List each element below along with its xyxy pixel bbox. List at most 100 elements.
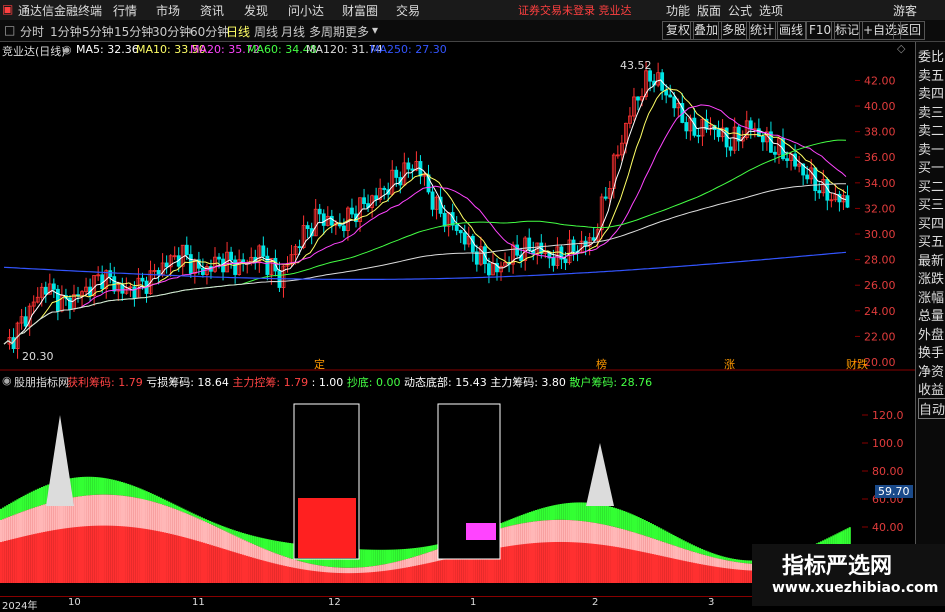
red-highlight bbox=[4, 518, 7, 542]
quote-label[interactable]: 卖二 bbox=[918, 120, 944, 139]
main-chart[interactable]: 42.00 40.00 38.00 36.00 34.00 32.00 30.00 28.00… bbox=[0, 57, 915, 372]
red-highlight bbox=[412, 557, 415, 567]
menu-wenxiaoda[interactable]: 问小达 bbox=[288, 2, 324, 19]
green-bar bbox=[399, 549, 402, 561]
red-highlight bbox=[330, 567, 333, 573]
tab-5min[interactable]: 5分钟 bbox=[82, 23, 114, 40]
menu-xuanxiang[interactable]: 选项 bbox=[759, 2, 783, 19]
green-bar bbox=[660, 528, 663, 542]
btn-fanhui[interactable]: 返回 bbox=[893, 21, 926, 40]
red-highlight bbox=[635, 533, 638, 551]
tab-more-arrow-icon[interactable]: ▾ bbox=[372, 23, 378, 37]
red-highlight bbox=[619, 528, 622, 548]
tab-more[interactable]: 更多 bbox=[345, 23, 369, 40]
red-highlight bbox=[416, 555, 419, 566]
green-bar bbox=[656, 526, 659, 540]
quote-label[interactable]: 卖四 bbox=[918, 83, 944, 102]
quote-label[interactable]: 收益 bbox=[918, 379, 944, 398]
quote-label[interactable]: 最新 bbox=[918, 250, 944, 269]
tab-fenshi[interactable]: 分时 bbox=[20, 23, 44, 40]
red-highlight bbox=[682, 548, 685, 561]
green-bar bbox=[729, 558, 732, 562]
tab-60min[interactable]: 60分钟 bbox=[190, 23, 229, 40]
red-highlight bbox=[319, 565, 322, 572]
red-highlight bbox=[43, 504, 46, 532]
candle-body bbox=[164, 262, 169, 268]
tab-monthly[interactable]: 月线 bbox=[281, 23, 305, 40]
tab-1min[interactable]: 1分钟 bbox=[50, 23, 82, 40]
btn-tongji[interactable]: 统计 bbox=[746, 21, 779, 40]
red-highlight bbox=[92, 495, 95, 526]
green-bar bbox=[114, 480, 117, 496]
green-bar bbox=[407, 548, 411, 559]
red-highlight bbox=[533, 521, 536, 544]
green-bar bbox=[420, 547, 423, 555]
red-highlight bbox=[740, 562, 743, 570]
green-bar bbox=[639, 518, 642, 535]
quote-label[interactable]: 买三 bbox=[918, 194, 944, 213]
green-bar bbox=[434, 544, 437, 550]
login-notice[interactable]: 证券交易未登录 竞业达 bbox=[518, 2, 632, 18]
quote-label[interactable]: 卖一 bbox=[918, 139, 944, 158]
menu-jiaoyi[interactable]: 交易 bbox=[396, 2, 420, 19]
quote-label[interactable]: 买二 bbox=[918, 176, 944, 195]
green-bar bbox=[43, 486, 46, 505]
guest-label[interactable]: 游客 bbox=[893, 2, 917, 19]
green-bar bbox=[608, 506, 611, 526]
tab-daily[interactable]: 日线 bbox=[226, 23, 250, 40]
red-highlight bbox=[36, 506, 39, 534]
menu-faxian[interactable]: 发现 bbox=[244, 2, 268, 19]
quote-label[interactable]: 自动 bbox=[918, 397, 945, 419]
red-highlight bbox=[604, 524, 607, 546]
red-highlight bbox=[47, 503, 50, 532]
red-highlight bbox=[291, 558, 294, 568]
menu-gongshi[interactable]: 公式 bbox=[728, 2, 752, 19]
settings-icon[interactable]: ◉ bbox=[62, 43, 72, 56]
quote-label[interactable]: 涨跌 bbox=[918, 268, 944, 287]
menu-caifuquan[interactable]: 财富圈 bbox=[342, 2, 378, 19]
indicator-tick-label: 80.00 bbox=[872, 465, 904, 478]
time-tick: 10 bbox=[68, 597, 81, 608]
time-tick: 11 bbox=[192, 597, 205, 608]
toolbar-checkbox-icon[interactable]: □ bbox=[4, 23, 15, 37]
candle-body bbox=[563, 258, 568, 264]
red-highlight bbox=[541, 520, 544, 543]
red-highlight bbox=[336, 567, 339, 573]
tab-multi-period[interactable]: 多周期 bbox=[309, 23, 345, 40]
quote-label[interactable]: 卖五 bbox=[918, 65, 944, 84]
menu-shichang[interactable]: 市场 bbox=[156, 2, 180, 19]
indicator-settings-icon[interactable]: ◉ bbox=[2, 374, 12, 387]
btn-huaxian[interactable]: 画线 bbox=[775, 21, 808, 40]
high-label: 43.52 bbox=[620, 59, 652, 72]
candle-body bbox=[845, 195, 850, 208]
tab-weekly[interactable]: 周线 bbox=[254, 23, 278, 40]
red-highlight bbox=[434, 549, 437, 562]
red-highlight bbox=[586, 521, 589, 544]
signal-fill bbox=[466, 523, 496, 540]
red-highlight bbox=[176, 509, 179, 536]
menu-banmian[interactable]: 版面 bbox=[697, 2, 721, 19]
menu-gongneng[interactable]: 功能 bbox=[666, 2, 690, 19]
quote-label[interactable]: 卖三 bbox=[918, 102, 944, 121]
quote-label[interactable]: 买一 bbox=[918, 157, 944, 176]
quote-label[interactable]: 涨幅 bbox=[918, 287, 944, 306]
quote-label[interactable]: 外盘 bbox=[918, 324, 944, 343]
tab-15min[interactable]: 15分钟 bbox=[114, 23, 153, 40]
candle-body bbox=[636, 96, 640, 101]
quote-label[interactable]: 净资 bbox=[918, 361, 944, 380]
quote-label[interactable]: 买五 bbox=[918, 231, 944, 250]
menu-zixun[interactable]: 资讯 bbox=[200, 2, 224, 19]
red-highlight bbox=[317, 565, 320, 572]
red-highlight bbox=[252, 544, 255, 558]
quote-label[interactable]: 买四 bbox=[918, 213, 944, 232]
menu-hangqing[interactable]: 行情 bbox=[113, 2, 137, 19]
red-highlight bbox=[748, 563, 751, 571]
tab-30min[interactable]: 30分钟 bbox=[152, 23, 191, 40]
quote-label[interactable]: 总量 bbox=[918, 305, 944, 324]
diamond-icon[interactable]: ◇ bbox=[897, 42, 905, 55]
red-highlight bbox=[342, 567, 345, 574]
quote-label[interactable]: 换手 bbox=[918, 342, 944, 361]
red-highlight bbox=[738, 562, 741, 570]
price-tick-label: 20.00 bbox=[864, 356, 896, 369]
quote-label[interactable]: 委比 bbox=[918, 46, 944, 65]
